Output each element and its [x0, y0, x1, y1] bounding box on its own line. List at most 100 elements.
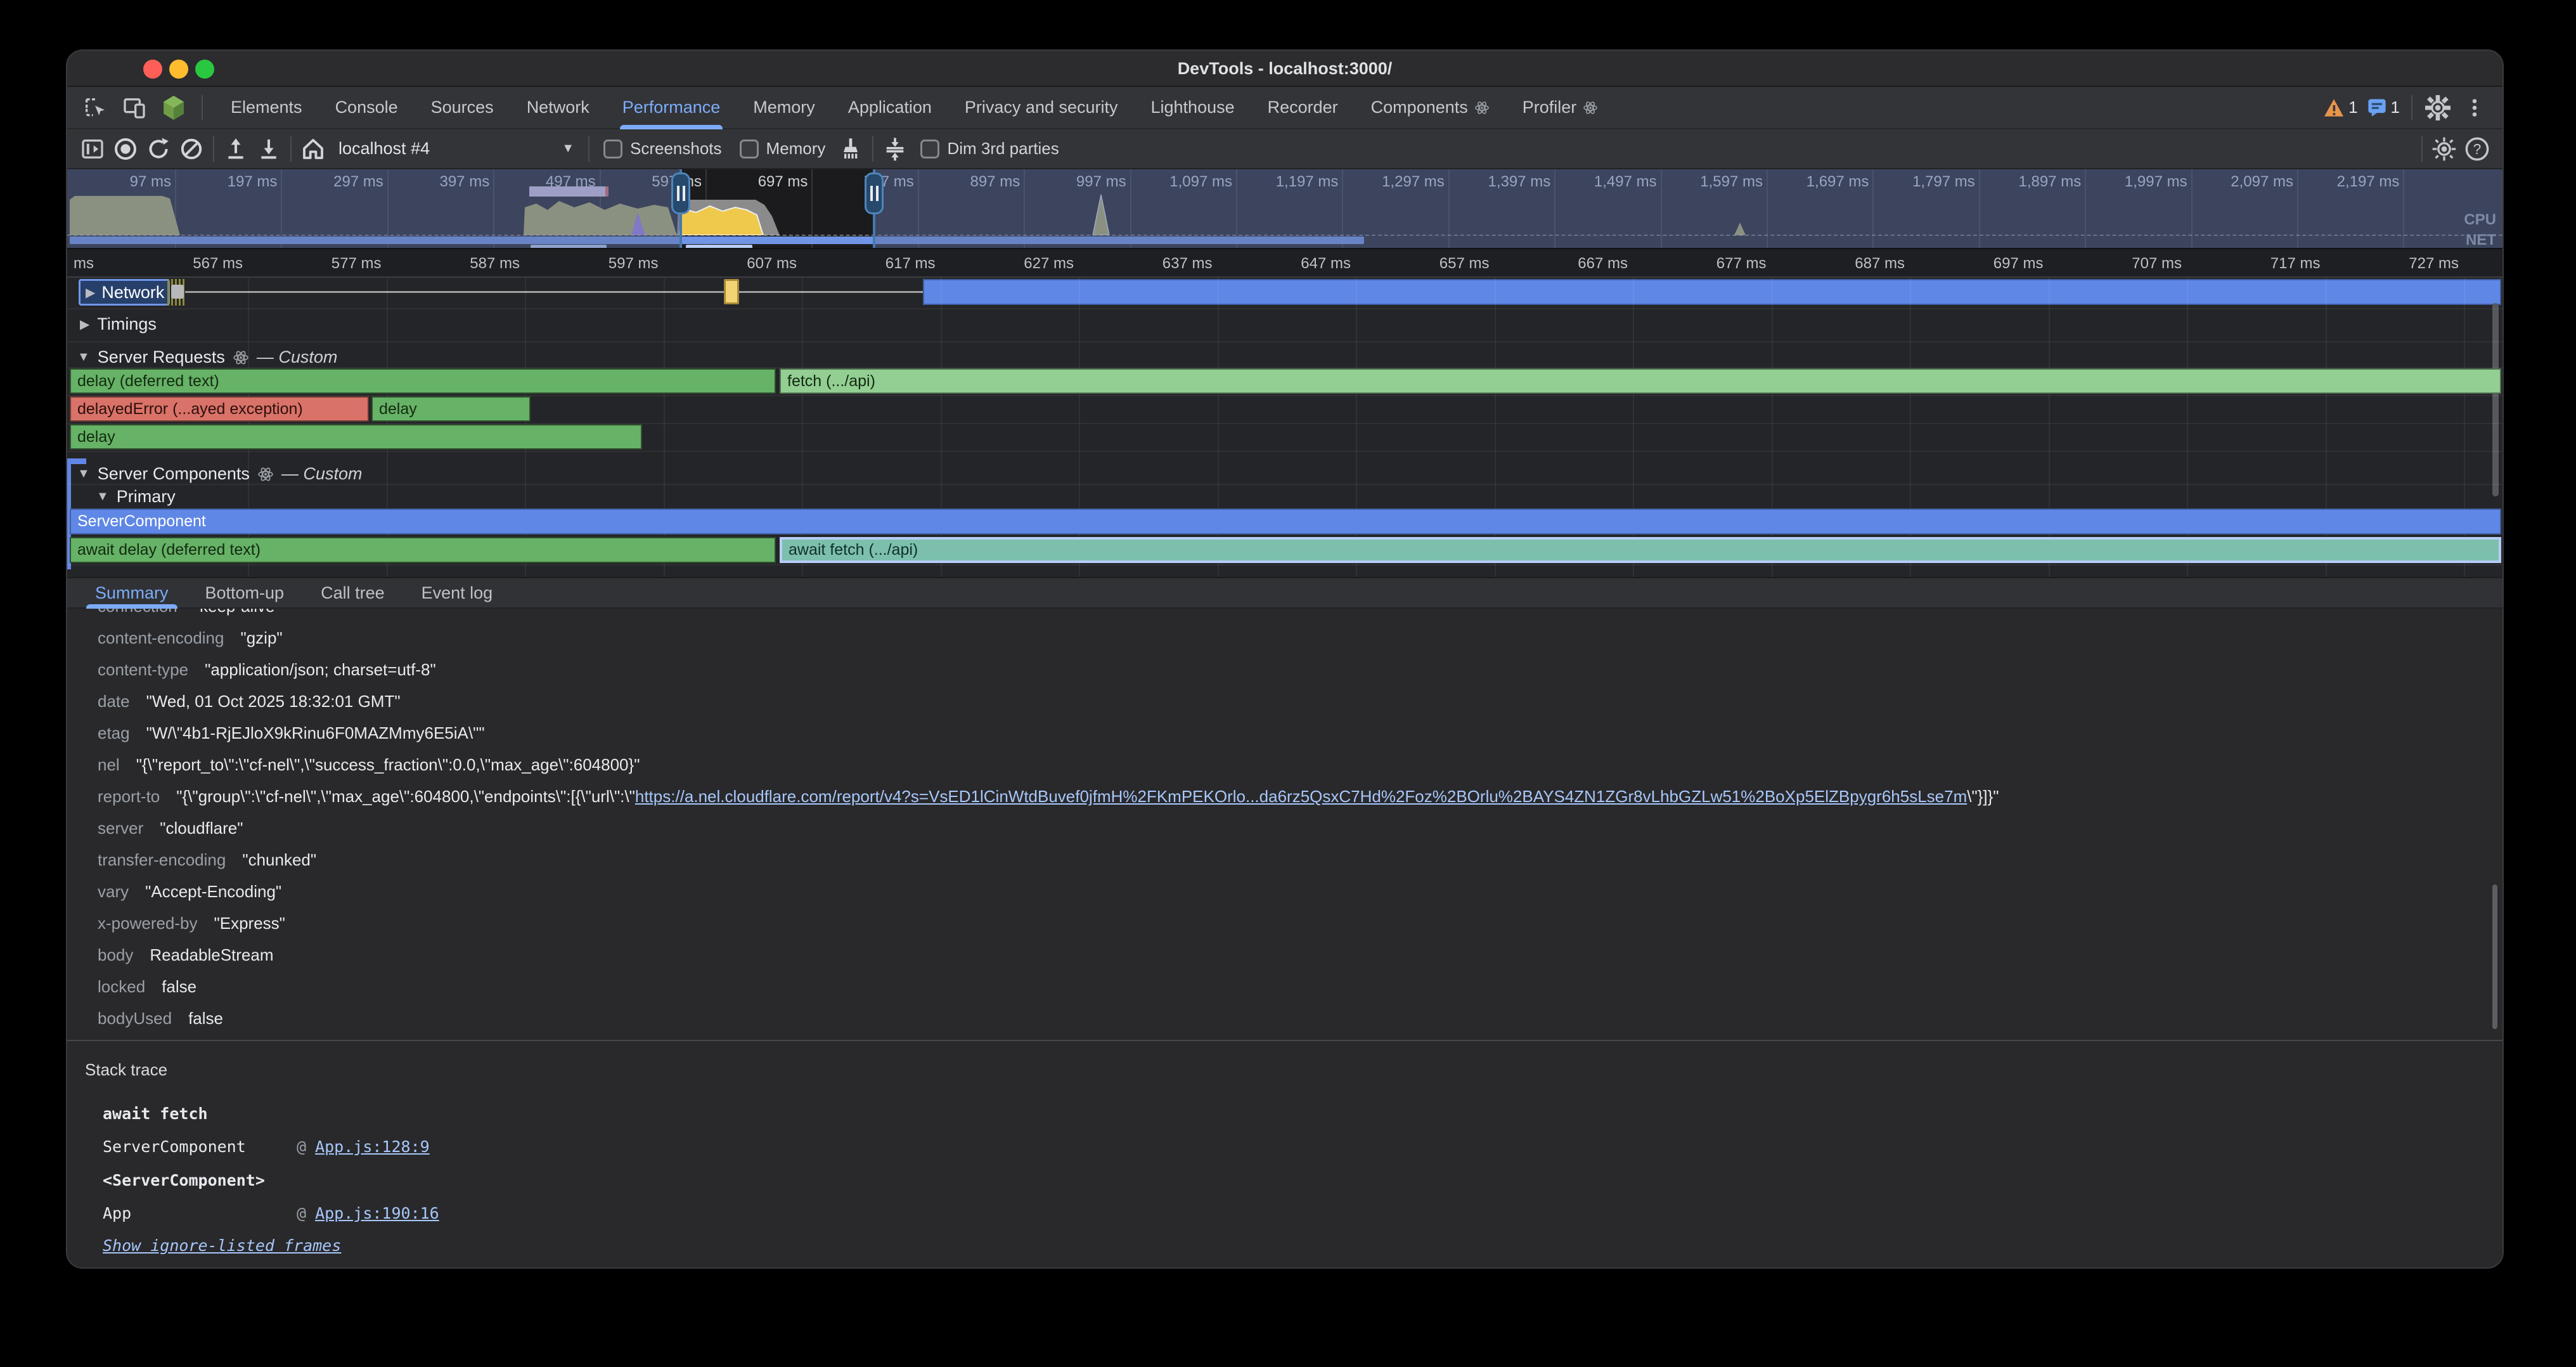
capture-settings-gear-icon[interactable]: [2428, 133, 2461, 165]
screenshots-checkbox[interactable]: Screenshots: [603, 139, 722, 159]
tab-sources[interactable]: Sources: [415, 87, 510, 128]
track-server-requests-header[interactable]: ▼ Server Requests — Custom: [77, 347, 337, 367]
report-to-url-link[interactable]: https://a.nel.cloudflare.com/report/v4?s…: [635, 787, 1967, 807]
trace-event-bar[interactable]: await fetch (.../api): [780, 537, 2501, 563]
dim-3rd-parties-label: Dim 3rd parties: [947, 139, 1059, 159]
track-primary-subheader[interactable]: ▼ Primary: [96, 487, 176, 507]
memory-checkbox[interactable]: Memory: [740, 139, 826, 159]
tab-label: Privacy and security: [965, 98, 1118, 117]
flamechart-area[interactable]: ▶ Network ▶ Timings ▼ Server Requests — …: [67, 278, 2502, 577]
settings-gear-icon[interactable]: [2421, 91, 2454, 124]
detail-key: content-type: [98, 660, 188, 680]
device-toolbar-icon[interactable]: [118, 91, 151, 124]
track-server-components-header[interactable]: ▼ Server Components — Custom: [77, 464, 362, 484]
overview-right-handle[interactable]: [873, 169, 875, 248]
details-tab-call-tree[interactable]: Call tree: [321, 578, 385, 607]
help-icon[interactable]: ?: [2461, 133, 2494, 165]
detail-key: date: [98, 692, 130, 711]
tab-privacy-and-security[interactable]: Privacy and security: [948, 87, 1135, 128]
stack-frame: App@App.js:190:16: [103, 1204, 439, 1222]
disclosure-right-icon[interactable]: ▶: [80, 316, 89, 332]
network-track-title: Network: [101, 283, 164, 302]
tab-label: Network: [527, 98, 589, 117]
record-icon[interactable]: [109, 133, 142, 165]
server-components-title: Server Components: [98, 464, 250, 484]
detail-key: body: [98, 945, 133, 965]
console-messages-badge[interactable]: 1: [2364, 98, 2402, 117]
overview-left-handle[interactable]: [679, 169, 682, 248]
clear-icon[interactable]: [175, 133, 208, 165]
detail-row-server: server"cloudflare": [98, 817, 2464, 839]
issues-warning-badge[interactable]: 1: [2321, 98, 2360, 117]
detail-value: false: [188, 1009, 223, 1028]
trace-event-bar[interactable]: delay (deferred text): [70, 368, 776, 394]
extension-cube-icon[interactable]: [157, 91, 190, 124]
tab-application[interactable]: Application: [832, 87, 948, 128]
inspect-element-icon[interactable]: [79, 91, 112, 124]
track-timings-label[interactable]: ▶ Timings: [80, 314, 157, 334]
detail-key: locked: [98, 977, 145, 997]
trace-event-bar[interactable]: ServerComponent: [70, 509, 2501, 534]
tab-console[interactable]: Console: [319, 87, 415, 128]
tab-label: Application: [848, 98, 932, 117]
dim-3rd-parties-checkbox-box[interactable]: [920, 139, 939, 159]
more-options-kebab-icon[interactable]: [2458, 91, 2491, 124]
tab-network[interactable]: Network: [510, 87, 606, 128]
tab-recorder[interactable]: Recorder: [1251, 87, 1355, 128]
stack-frame-source-link[interactable]: App.js:190:16: [315, 1204, 439, 1222]
track-network-label[interactable]: ▶ Network: [79, 279, 170, 306]
disclosure-down-icon[interactable]: ▼: [96, 489, 109, 504]
disclosure-right-icon[interactable]: ▶: [86, 285, 95, 301]
tab-memory[interactable]: Memory: [737, 87, 832, 128]
save-profile-icon[interactable]: [252, 133, 285, 165]
dim-3rd-parties-checkbox[interactable]: Dim 3rd parties: [920, 139, 1059, 159]
network-request-long[interactable]: [923, 279, 2501, 305]
detail-value: "application/json; charset=utf-8": [205, 660, 436, 680]
timeline-overview[interactable]: CPU NET 97 ms197 ms297 ms397 ms497 ms597…: [67, 169, 2502, 248]
network-request-short[interactable]: [724, 279, 739, 304]
collect-garbage-icon[interactable]: [834, 133, 867, 165]
details-tab-bottom-up[interactable]: Bottom-up: [205, 578, 285, 607]
trace-event-bar[interactable]: delay: [70, 424, 642, 450]
screenshots-label: Screenshots: [630, 139, 722, 159]
network-request-start-cap: [171, 285, 184, 299]
home-icon[interactable]: [297, 133, 330, 165]
details-tab-summary[interactable]: Summary: [95, 578, 169, 607]
ruler-tick-label: 697 ms: [1993, 255, 2044, 273]
flame-row-separator: [67, 484, 2502, 485]
tab-profiler[interactable]: Profiler: [1506, 87, 1615, 128]
stack-frame-source-link[interactable]: App.js:128:9: [315, 1137, 430, 1156]
show-ignore-listed-frames-link[interactable]: Show ignore-listed frames: [103, 1236, 341, 1255]
summary-details-pane[interactable]: connection"keep-alive"content-encoding"g…: [67, 609, 2502, 1040]
tab-performance[interactable]: Performance: [606, 87, 737, 128]
detail-row-transfer-encoding: transfer-encoding"chunked": [98, 849, 2464, 871]
disclosure-down-icon[interactable]: ▼: [77, 350, 90, 365]
trace-event-bar[interactable]: await delay (deferred text): [70, 537, 776, 563]
trace-event-bar[interactable]: delayedError (...ayed exception): [70, 396, 369, 422]
handle-grip[interactable]: [865, 172, 884, 214]
details-tab-bar: Summary Bottom-up Call tree Event log: [67, 577, 2502, 609]
memory-checkbox-box[interactable]: [740, 139, 759, 159]
history-select[interactable]: localhost #4 ▼: [330, 139, 583, 159]
compress-tracks-icon[interactable]: [879, 133, 911, 165]
reload-record-icon[interactable]: [142, 133, 175, 165]
flamechart-scrollbar-thumb[interactable]: [2492, 303, 2499, 496]
toggle-sidebar-icon[interactable]: [76, 133, 109, 165]
screenshots-checkbox-box[interactable]: [603, 139, 622, 159]
devtools-tab-bar: ElementsConsoleSources Network Performance…: [67, 87, 2502, 129]
load-profile-icon[interactable]: [219, 133, 252, 165]
warning-count: 1: [2348, 98, 2357, 117]
selected-track-indicator-tab: [67, 458, 86, 464]
details-tab-event-log[interactable]: Event log: [422, 578, 493, 607]
details-scrollbar-thumb[interactable]: [2492, 884, 2497, 1029]
disclosure-down-icon[interactable]: ▼: [77, 467, 90, 481]
trace-event-bar[interactable]: fetch (.../api): [780, 368, 2501, 394]
tab-components[interactable]: Components: [1355, 87, 1506, 128]
handle-grip[interactable]: [671, 172, 690, 214]
tab-label: Lighthouse: [1151, 98, 1235, 117]
tab-elements[interactable]: Elements: [214, 87, 319, 128]
tab-lighthouse[interactable]: Lighthouse: [1135, 87, 1251, 128]
trace-event-bar[interactable]: delay: [371, 396, 531, 422]
ruler-tick-label: 567 ms: [193, 255, 243, 273]
detail-row-report-to: report-to"{\"group\":\"cf-nel\",\"max_ag…: [98, 786, 2464, 807]
